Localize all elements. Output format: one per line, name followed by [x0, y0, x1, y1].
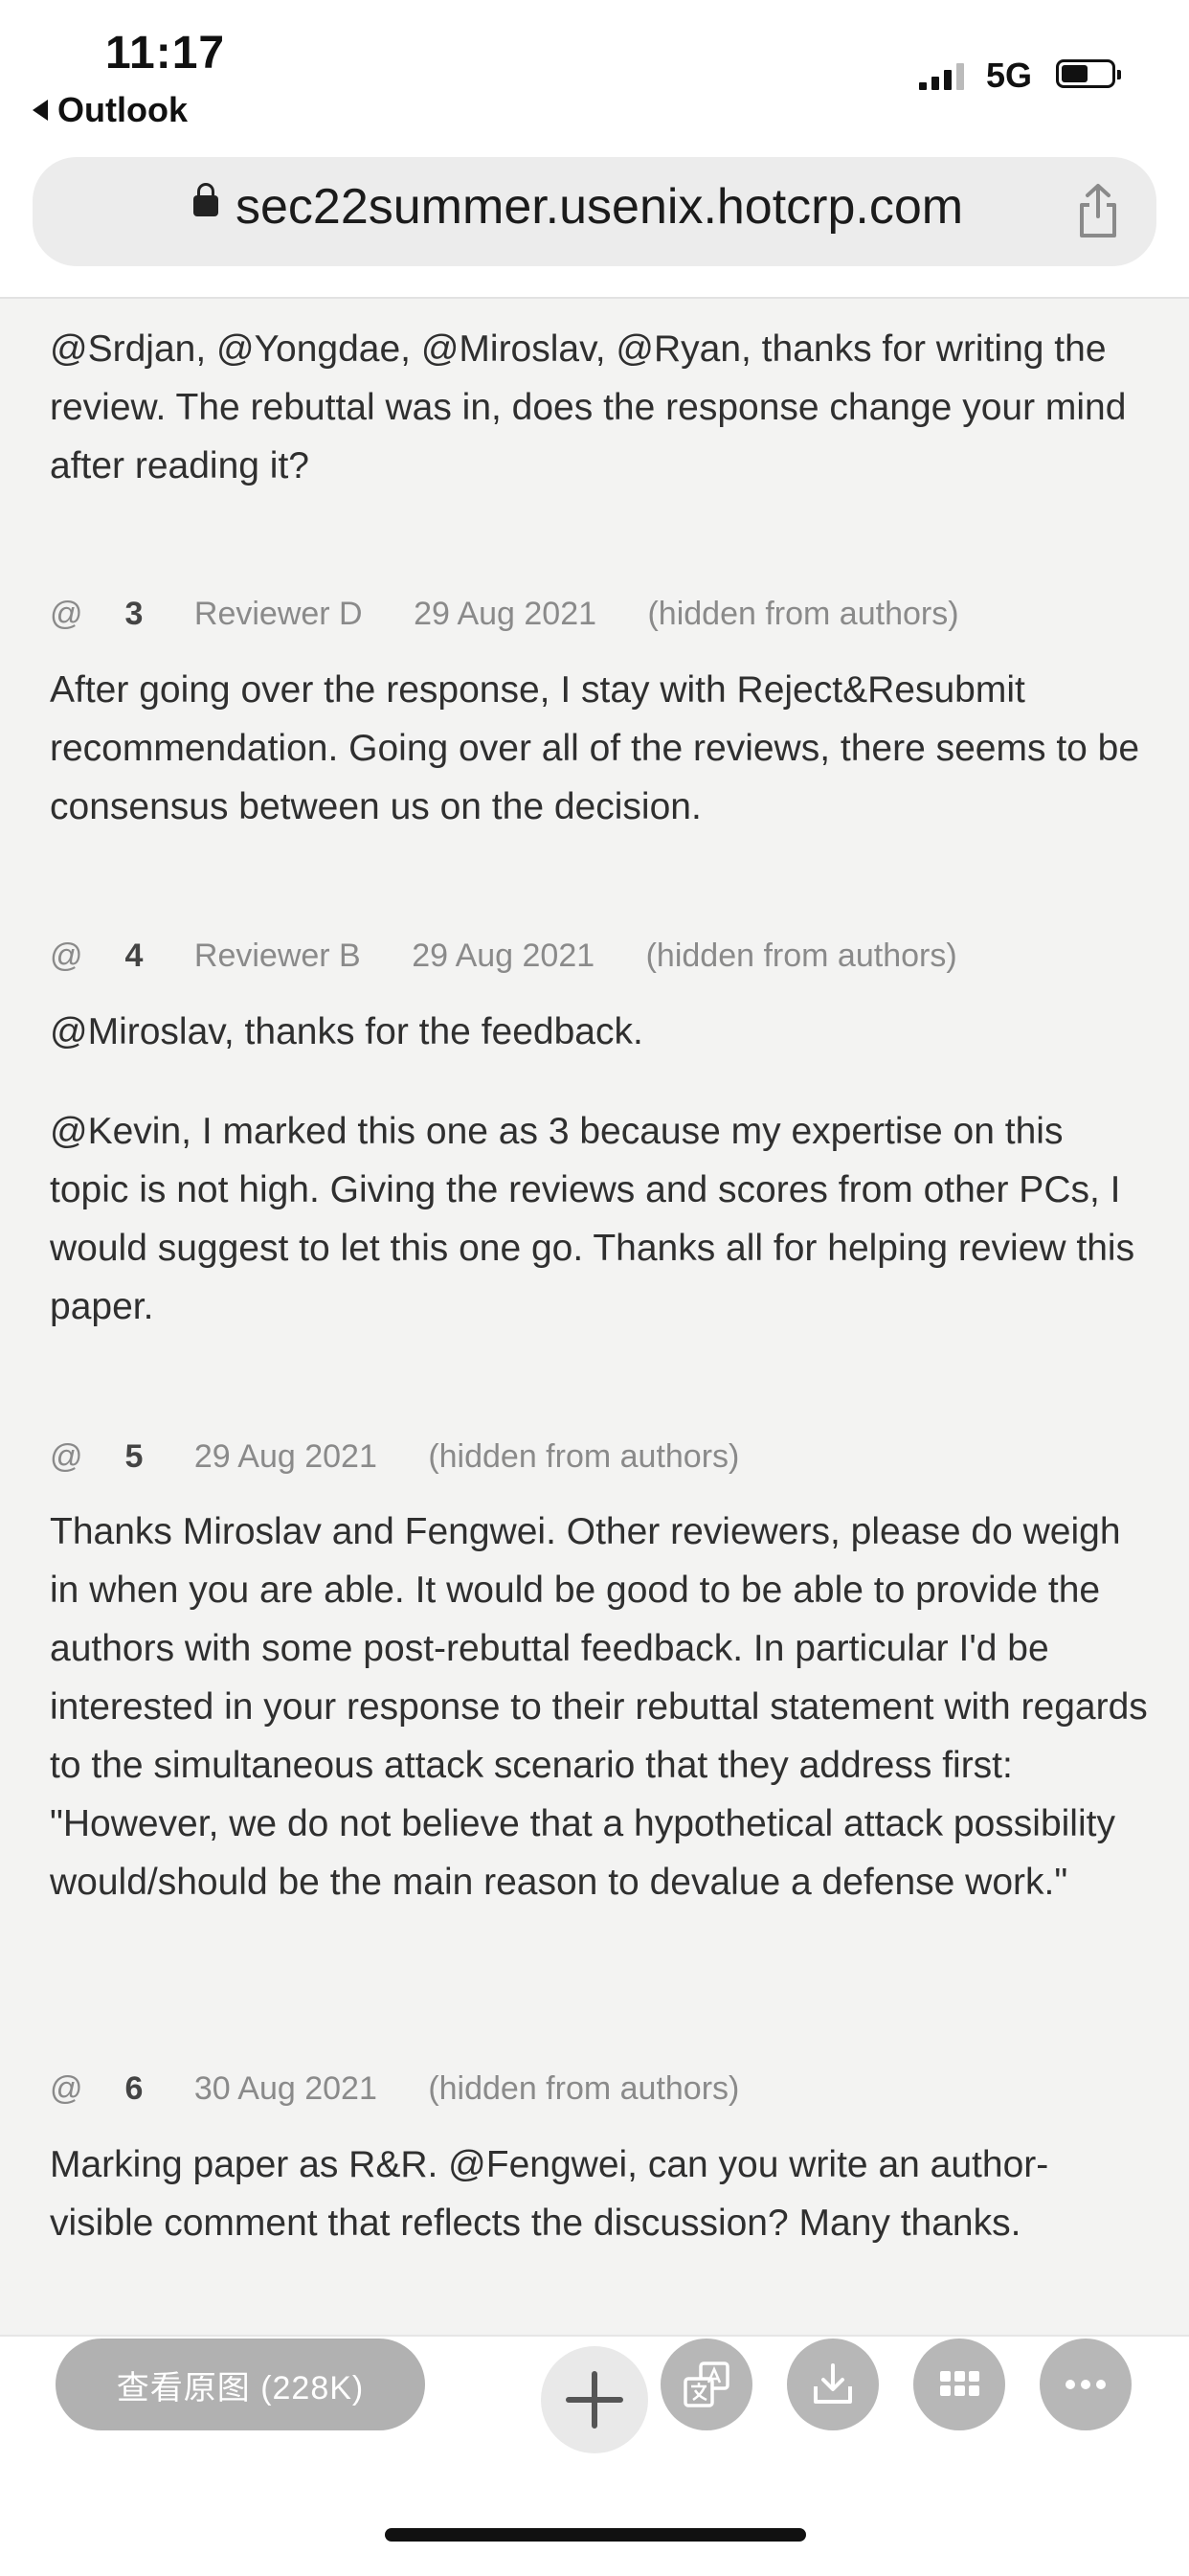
share-icon[interactable]	[1074, 182, 1122, 239]
comment-header: @6 30 Aug 2021 (hidden from authors)	[50, 2070, 781, 2108]
view-original-button[interactable]: 查看原图 (228K)	[56, 2339, 425, 2430]
comment-body: @Srdjan, @Yongdae, @Miroslav, @Ryan, tha…	[50, 328, 1127, 486]
lock-icon	[193, 183, 218, 216]
network-type: 5G	[986, 56, 1033, 95]
comment-date: 29 Aug 2021	[414, 596, 597, 632]
comment-number[interactable]: @4	[50, 938, 143, 974]
comment-thread: @Srdjan, @Yongdae, @Miroslav, @Ryan, tha…	[0, 299, 1189, 2337]
comment-body: @Kevin, I marked this one as 3 because m…	[50, 1111, 1135, 1327]
visibility-label: (hidden from authors)	[428, 1438, 740, 1475]
visibility-label: (hidden from authors)	[647, 596, 959, 632]
comment-header: @5 29 Aug 2021 (hidden from authors)	[50, 1438, 781, 1476]
download-icon[interactable]	[787, 2339, 879, 2430]
comment-body: Thanks Miroslav and Fengwei. Other revie…	[50, 1511, 1148, 1903]
comment-body: Marking paper as R&R. @Fengwei, can you …	[50, 2144, 1049, 2244]
comment-body: After going over the response, I stay wi…	[50, 669, 1140, 827]
comment-number[interactable]: @6	[50, 2070, 143, 2107]
comment-number[interactable]: @3	[50, 596, 143, 632]
address-bar[interactable]: sec22summer.usenix.hotcrp.com	[33, 157, 1156, 266]
browser-toolbar: sec22summer.usenix.hotcrp.com	[0, 144, 1189, 299]
comment-date: 29 Aug 2021	[412, 938, 595, 974]
comment-date: 29 Aug 2021	[193, 1438, 377, 1475]
comment-header: @4 Reviewer B 29 Aug 2021 (hidden from a…	[50, 938, 999, 975]
url-text: sec22summer.usenix.hotcrp.com	[236, 179, 964, 235]
grid-icon[interactable]	[913, 2339, 1005, 2430]
more-icon[interactable]	[1040, 2339, 1132, 2430]
status-time: 11:17	[105, 28, 226, 79]
reviewer-name: Reviewer D	[193, 596, 363, 632]
home-indicator[interactable]	[385, 2528, 806, 2542]
visibility-label: (hidden from authors)	[428, 2070, 740, 2107]
visibility-label: (hidden from authors)	[645, 938, 957, 974]
comment-header: @3 Reviewer D 29 Aug 2021 (hidden from a…	[50, 596, 1001, 633]
back-arrow-icon	[33, 100, 48, 121]
battery-icon	[1056, 59, 1121, 88]
translate-icon[interactable]	[661, 2339, 752, 2430]
comment-body: @Miroslav, thanks for the feedback.	[50, 1011, 643, 1052]
comment-number[interactable]: @5	[50, 1438, 143, 1475]
reviewer-name: Reviewer B	[193, 938, 361, 974]
back-app-label: Outlook	[57, 90, 188, 129]
back-to-app-link[interactable]: Outlook	[33, 90, 188, 130]
status-bar: 11:17 Outlook 5G	[0, 0, 1189, 144]
plus-icon[interactable]	[541, 2346, 648, 2453]
comment-date: 30 Aug 2021	[193, 2070, 377, 2107]
signal-strength-icon	[919, 61, 964, 90]
